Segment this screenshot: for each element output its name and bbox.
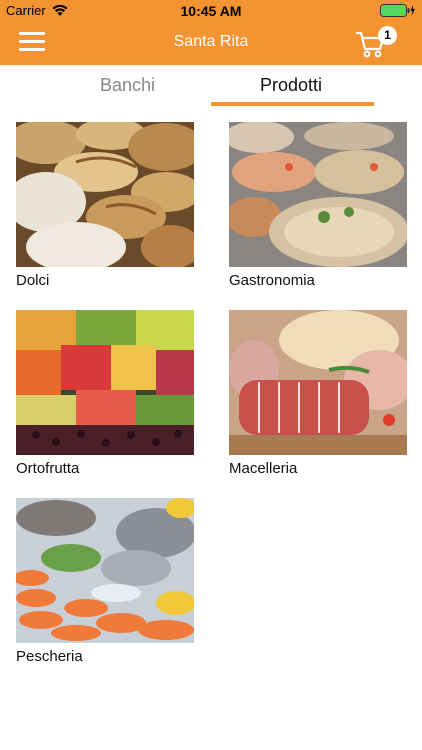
category-label: Macelleria — [229, 460, 298, 477]
tab-banchi[interactable]: Banchi — [100, 75, 155, 96]
category-tile-ortofrutta[interactable]: Ortofrutta — [16, 310, 194, 485]
category-label: Ortofrutta — [16, 460, 80, 477]
category-label: Pescheria — [16, 648, 83, 665]
category-label: Gastronomia — [229, 272, 315, 289]
macelleria-photo — [229, 310, 407, 455]
dolci-photo — [16, 122, 194, 267]
ortofrutta-photo — [16, 310, 194, 455]
tab-prodotti[interactable]: Prodotti — [260, 75, 322, 96]
active-tab-indicator — [211, 102, 374, 106]
gastronomia-photo — [229, 122, 407, 267]
nav-bar: Santa Rita 1 — [0, 22, 422, 65]
category-tile-dolci[interactable]: Dolci — [16, 122, 194, 297]
category-tile-gastronomia[interactable]: Gastronomia — [229, 122, 407, 297]
category-tile-macelleria[interactable]: Macelleria — [229, 310, 407, 485]
app-header: Carrier 10:45 AM Santa Rita 1 — [0, 0, 422, 65]
cart-count-badge: 1 — [378, 26, 397, 45]
pescheria-photo — [16, 498, 194, 643]
status-bar: Carrier 10:45 AM — [0, 0, 422, 22]
cart-button[interactable]: 1 — [356, 24, 402, 62]
segment-tabs: Banchi Prodotti — [0, 65, 422, 109]
clock: 10:45 AM — [180, 3, 242, 19]
battery-icon — [380, 4, 415, 17]
category-tile-pescheria[interactable]: Pescheria — [16, 498, 194, 673]
category-label: Dolci — [16, 272, 50, 289]
